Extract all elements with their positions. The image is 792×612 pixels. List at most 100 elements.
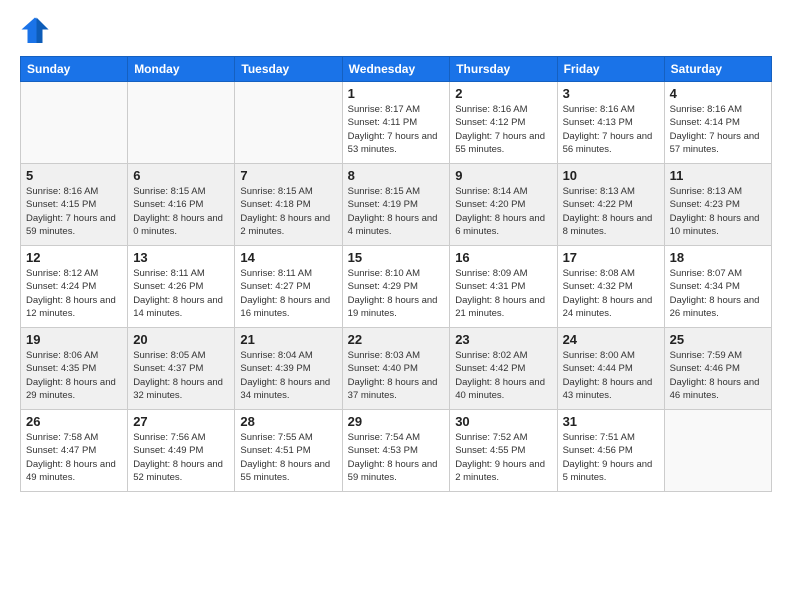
- weekday-header-row: SundayMondayTuesdayWednesdayThursdayFrid…: [21, 57, 772, 82]
- day-info: Sunrise: 8:12 AM Sunset: 4:24 PM Dayligh…: [26, 267, 122, 320]
- weekday-header-cell: Friday: [557, 57, 664, 82]
- day-number: 26: [26, 414, 122, 429]
- day-number: 23: [455, 332, 551, 347]
- day-info: Sunrise: 8:15 AM Sunset: 4:16 PM Dayligh…: [133, 185, 229, 238]
- header: [20, 16, 772, 46]
- calendar-day-cell: 7 Sunrise: 8:15 AM Sunset: 4:18 PM Daylig…: [235, 164, 342, 246]
- calendar-day-cell: 29Sunrise: 7:54 AM Sunset: 4:53 PM Dayli…: [342, 410, 450, 492]
- calendar-day-cell: 14 Sunrise: 8:11 AM Sunset: 4:27 PM Dayli…: [235, 246, 342, 328]
- day-info: Sunrise: 8:10 AM Sunset: 4:29 PM Dayligh…: [348, 267, 445, 320]
- weekday-header-cell: Monday: [128, 57, 235, 82]
- calendar-day-cell: 25Sunrise: 7:59 AM Sunset: 4:46 PM Dayli…: [664, 328, 771, 410]
- calendar-week-row: 5 Sunrise: 8:16 AM Sunset: 4:15 PM Daylig…: [21, 164, 772, 246]
- day-number: 21: [240, 332, 336, 347]
- day-number: 17: [563, 250, 659, 265]
- calendar-day-cell: 19Sunrise: 8:06 AM Sunset: 4:35 PM Dayli…: [21, 328, 128, 410]
- day-info: Sunrise: 8:05 AM Sunset: 4:37 PM Dayligh…: [133, 349, 229, 402]
- day-number: 10: [563, 168, 659, 183]
- day-info: Sunrise: 8:03 AM Sunset: 4:40 PM Dayligh…: [348, 349, 445, 402]
- day-info: Sunrise: 7:58 AM Sunset: 4:47 PM Dayligh…: [26, 431, 122, 484]
- day-number: 14: [240, 250, 336, 265]
- calendar-day-cell: 27 Sunrise: 7:56 AM Sunset: 4:49 PM Dayli…: [128, 410, 235, 492]
- day-info: Sunrise: 7:56 AM Sunset: 4:49 PM Dayligh…: [133, 431, 229, 484]
- day-info: Sunrise: 8:16 AM Sunset: 4:14 PM Dayligh…: [670, 103, 766, 156]
- calendar-day-cell: [664, 410, 771, 492]
- day-info: Sunrise: 8:00 AM Sunset: 4:44 PM Dayligh…: [563, 349, 659, 402]
- logo: [20, 16, 54, 46]
- calendar-day-cell: 15 Sunrise: 8:10 AM Sunset: 4:29 PM Dayli…: [342, 246, 450, 328]
- calendar-day-cell: 6 Sunrise: 8:15 AM Sunset: 4:16 PM Daylig…: [128, 164, 235, 246]
- calendar-day-cell: 18 Sunrise: 8:07 AM Sunset: 4:34 PM Dayli…: [664, 246, 771, 328]
- calendar-day-cell: 2 Sunrise: 8:16 AM Sunset: 4:12 PM Daylig…: [450, 82, 557, 164]
- day-info: Sunrise: 8:16 AM Sunset: 4:13 PM Dayligh…: [563, 103, 659, 156]
- calendar-day-cell: 4 Sunrise: 8:16 AM Sunset: 4:14 PM Daylig…: [664, 82, 771, 164]
- day-number: 20: [133, 332, 229, 347]
- day-info: Sunrise: 8:17 AM Sunset: 4:11 PM Dayligh…: [348, 103, 445, 156]
- calendar: SundayMondayTuesdayWednesdayThursdayFrid…: [20, 56, 772, 492]
- calendar-day-cell: 11Sunrise: 8:13 AM Sunset: 4:23 PM Dayli…: [664, 164, 771, 246]
- day-info: Sunrise: 8:11 AM Sunset: 4:27 PM Dayligh…: [240, 267, 336, 320]
- day-number: 15: [348, 250, 445, 265]
- calendar-week-row: 12 Sunrise: 8:12 AM Sunset: 4:24 PM Dayli…: [21, 246, 772, 328]
- day-info: Sunrise: 7:51 AM Sunset: 4:56 PM Dayligh…: [563, 431, 659, 484]
- day-number: 2: [455, 86, 551, 101]
- calendar-day-cell: 24 Sunrise: 8:00 AM Sunset: 4:44 PM Dayli…: [557, 328, 664, 410]
- calendar-day-cell: 5 Sunrise: 8:16 AM Sunset: 4:15 PM Daylig…: [21, 164, 128, 246]
- calendar-week-row: 26 Sunrise: 7:58 AM Sunset: 4:47 PM Dayli…: [21, 410, 772, 492]
- calendar-week-row: 19Sunrise: 8:06 AM Sunset: 4:35 PM Dayli…: [21, 328, 772, 410]
- day-number: 31: [563, 414, 659, 429]
- day-number: 11: [670, 168, 766, 183]
- calendar-day-cell: 31 Sunrise: 7:51 AM Sunset: 4:56 PM Dayli…: [557, 410, 664, 492]
- day-number: 8: [348, 168, 445, 183]
- day-info: Sunrise: 7:59 AM Sunset: 4:46 PM Dayligh…: [670, 349, 766, 402]
- calendar-day-cell: 22 Sunrise: 8:03 AM Sunset: 4:40 PM Dayli…: [342, 328, 450, 410]
- weekday-header-cell: Saturday: [664, 57, 771, 82]
- weekday-header-cell: Tuesday: [235, 57, 342, 82]
- calendar-day-cell: 10Sunrise: 8:13 AM Sunset: 4:22 PM Dayli…: [557, 164, 664, 246]
- day-number: 5: [26, 168, 122, 183]
- day-info: Sunrise: 8:15 AM Sunset: 4:18 PM Dayligh…: [240, 185, 336, 238]
- day-info: Sunrise: 7:52 AM Sunset: 4:55 PM Dayligh…: [455, 431, 551, 484]
- day-number: 22: [348, 332, 445, 347]
- day-number: 4: [670, 86, 766, 101]
- day-number: 30: [455, 414, 551, 429]
- day-info: Sunrise: 8:09 AM Sunset: 4:31 PM Dayligh…: [455, 267, 551, 320]
- day-number: 27: [133, 414, 229, 429]
- day-number: 24: [563, 332, 659, 347]
- calendar-day-cell: 13Sunrise: 8:11 AM Sunset: 4:26 PM Dayli…: [128, 246, 235, 328]
- day-info: Sunrise: 7:55 AM Sunset: 4:51 PM Dayligh…: [240, 431, 336, 484]
- day-number: 7: [240, 168, 336, 183]
- day-number: 1: [348, 86, 445, 101]
- day-info: Sunrise: 8:08 AM Sunset: 4:32 PM Dayligh…: [563, 267, 659, 320]
- day-info: Sunrise: 8:04 AM Sunset: 4:39 PM Dayligh…: [240, 349, 336, 402]
- day-number: 13: [133, 250, 229, 265]
- day-info: Sunrise: 8:14 AM Sunset: 4:20 PM Dayligh…: [455, 185, 551, 238]
- day-number: 9: [455, 168, 551, 183]
- calendar-day-cell: [128, 82, 235, 164]
- day-info: Sunrise: 8:07 AM Sunset: 4:34 PM Dayligh…: [670, 267, 766, 320]
- calendar-day-cell: 26 Sunrise: 7:58 AM Sunset: 4:47 PM Dayli…: [21, 410, 128, 492]
- day-info: Sunrise: 8:16 AM Sunset: 4:12 PM Dayligh…: [455, 103, 551, 156]
- weekday-header-cell: Thursday: [450, 57, 557, 82]
- day-info: Sunrise: 8:02 AM Sunset: 4:42 PM Dayligh…: [455, 349, 551, 402]
- calendar-day-cell: [235, 82, 342, 164]
- calendar-day-cell: 17 Sunrise: 8:08 AM Sunset: 4:32 PM Dayli…: [557, 246, 664, 328]
- calendar-day-cell: 23 Sunrise: 8:02 AM Sunset: 4:42 PM Dayli…: [450, 328, 557, 410]
- day-number: 6: [133, 168, 229, 183]
- day-info: Sunrise: 8:16 AM Sunset: 4:15 PM Dayligh…: [26, 185, 122, 238]
- calendar-day-cell: 16 Sunrise: 8:09 AM Sunset: 4:31 PM Dayli…: [450, 246, 557, 328]
- day-number: 12: [26, 250, 122, 265]
- day-number: 18: [670, 250, 766, 265]
- day-number: 16: [455, 250, 551, 265]
- day-info: Sunrise: 8:06 AM Sunset: 4:35 PM Dayligh…: [26, 349, 122, 402]
- calendar-body: 1 Sunrise: 8:17 AM Sunset: 4:11 PM Daylig…: [21, 82, 772, 492]
- calendar-day-cell: 8Sunrise: 8:15 AM Sunset: 4:19 PM Daylig…: [342, 164, 450, 246]
- calendar-day-cell: 3 Sunrise: 8:16 AM Sunset: 4:13 PM Daylig…: [557, 82, 664, 164]
- day-number: 3: [563, 86, 659, 101]
- calendar-day-cell: 9 Sunrise: 8:14 AM Sunset: 4:20 PM Daylig…: [450, 164, 557, 246]
- calendar-week-row: 1 Sunrise: 8:17 AM Sunset: 4:11 PM Daylig…: [21, 82, 772, 164]
- calendar-day-cell: 30 Sunrise: 7:52 AM Sunset: 4:55 PM Dayli…: [450, 410, 557, 492]
- weekday-header-cell: Wednesday: [342, 57, 450, 82]
- day-info: Sunrise: 7:54 AM Sunset: 4:53 PM Dayligh…: [348, 431, 445, 484]
- logo-icon: [20, 16, 50, 46]
